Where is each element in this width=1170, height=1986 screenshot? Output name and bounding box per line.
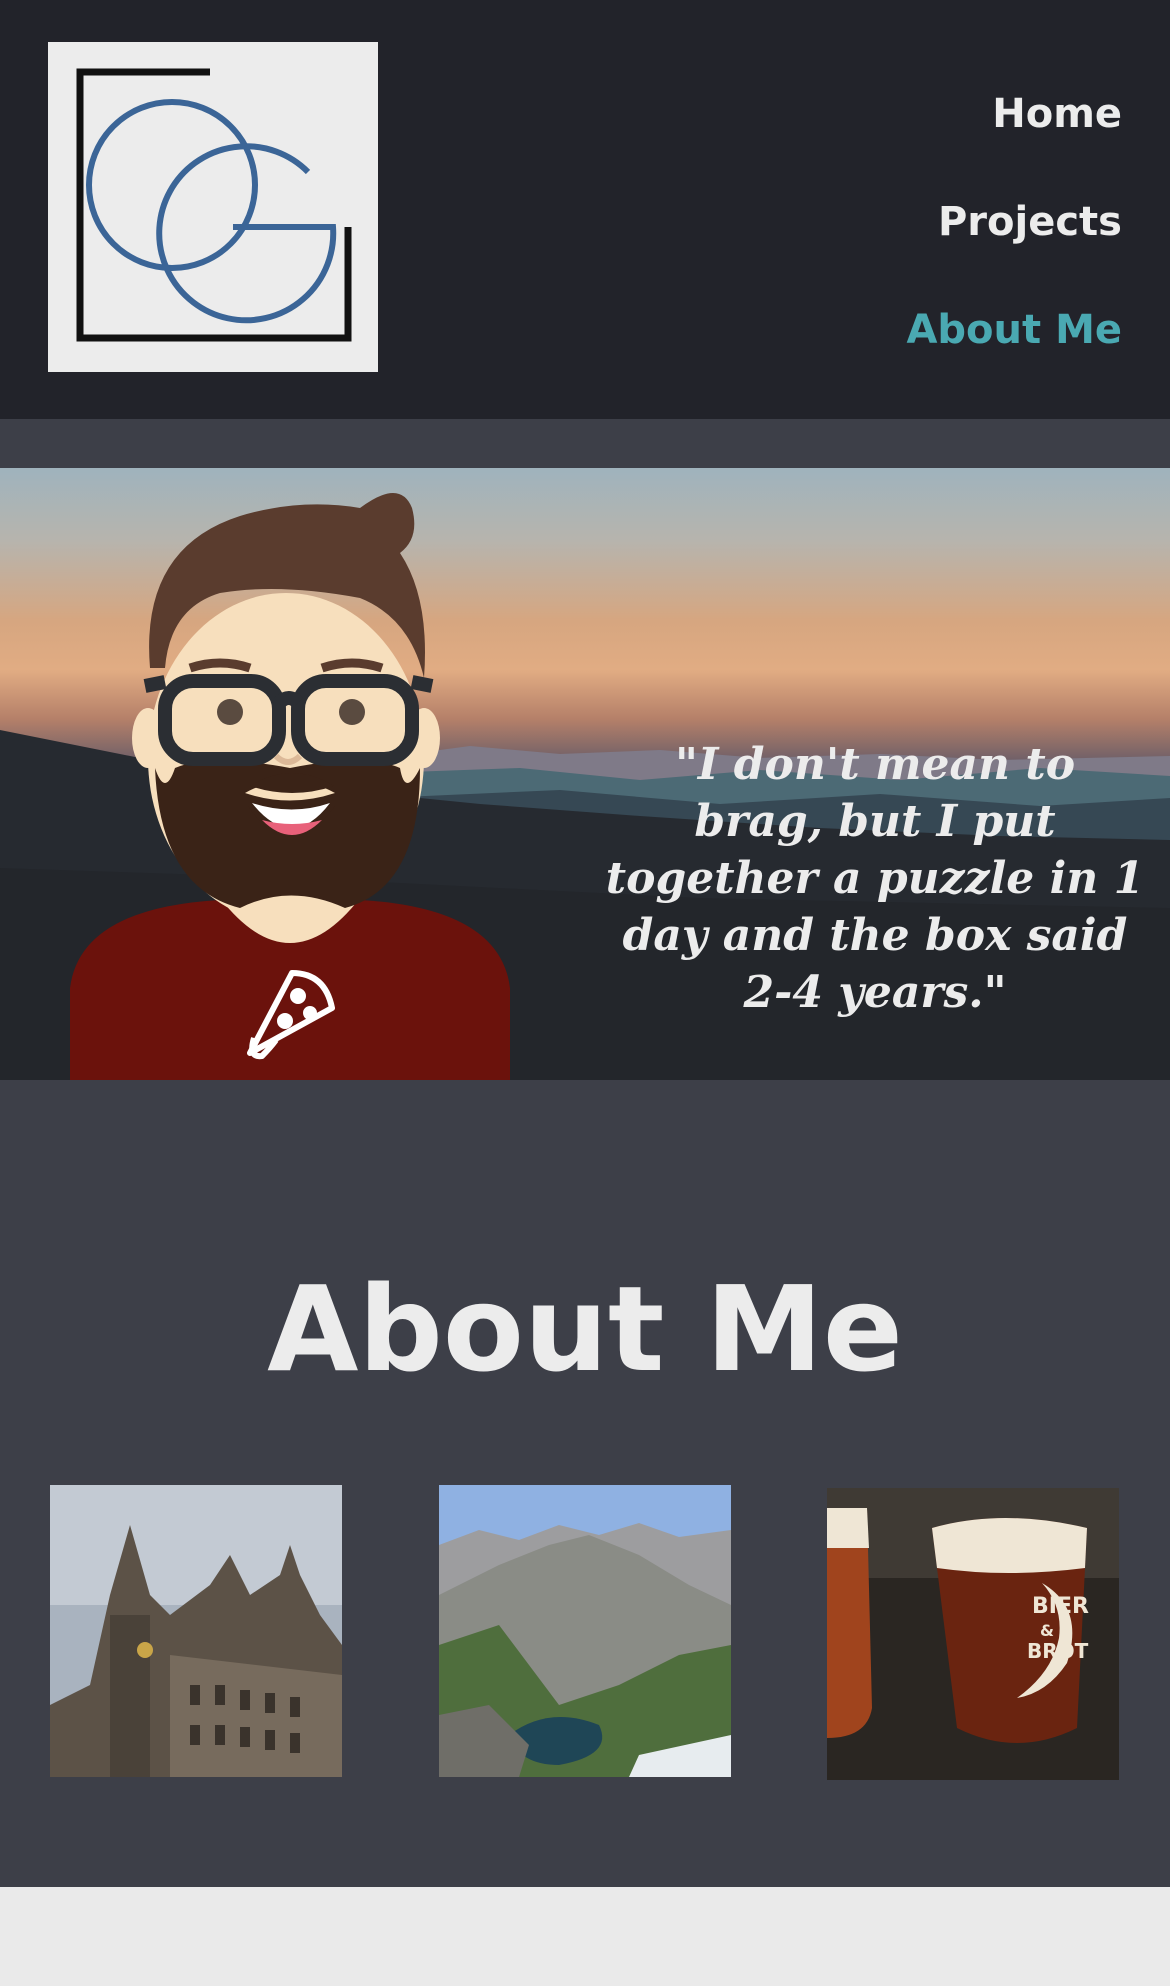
- beer-glass-label-brot: BROT: [1027, 1639, 1089, 1663]
- nav-about-me-link[interactable]: About Me: [906, 276, 1122, 384]
- site-footer: [0, 1887, 1170, 1986]
- photo-beer-glasses: BIER & BROT: [827, 1488, 1119, 1780]
- nav-home-link[interactable]: Home: [906, 60, 1122, 168]
- site-header: Home Projects About Me: [0, 0, 1170, 419]
- photo-mountain-lake: [439, 1485, 731, 1777]
- beer-glass-label-bier: BIER: [1032, 1594, 1089, 1619]
- photo-town-hall: [50, 1485, 342, 1777]
- logo-cg-mark: [76, 68, 352, 342]
- about-me-heading: About Me: [267, 1260, 903, 1399]
- hero-banner: "I don't mean to brag, but I put togethe…: [0, 468, 1170, 1080]
- hero-quote: "I don't mean to brag, but I put togethe…: [605, 739, 1145, 1018]
- nav-projects-link[interactable]: Projects: [906, 168, 1122, 276]
- beer-glass-label-ampersand: &: [1040, 1621, 1054, 1640]
- site-logo[interactable]: [48, 42, 378, 372]
- main-nav: Home Projects About Me: [906, 60, 1122, 384]
